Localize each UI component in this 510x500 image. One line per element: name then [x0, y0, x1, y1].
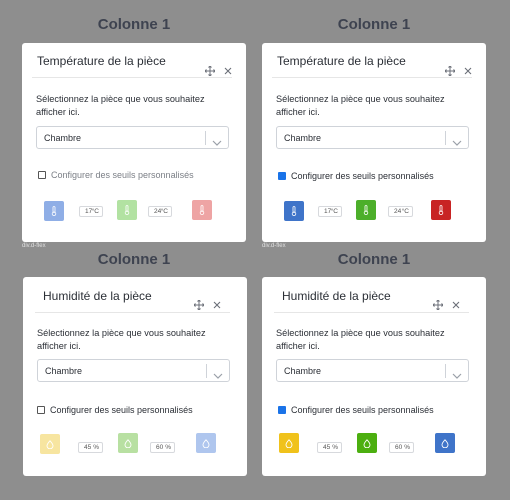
high-threshold-unit: °C: [401, 208, 409, 215]
column-title: Colonne 1: [337, 16, 411, 33]
custom-thresholds-checkbox[interactable]: [278, 406, 286, 414]
thermometer-icon: [363, 205, 369, 215]
move-icon[interactable]: [205, 66, 215, 76]
room-select-value: Chambre: [45, 366, 83, 376]
humidity-widget-card: Humidité de la pièce Sélectionnez la piè…: [262, 277, 486, 476]
custom-thresholds-checkbox[interactable]: [38, 171, 46, 179]
low-threshold-input[interactable]: 45 %: [78, 442, 103, 453]
low-threshold-unit: %: [93, 444, 99, 451]
droplet-icon: [46, 439, 54, 449]
low-threshold-value: 45: [84, 444, 92, 451]
select-divider: [206, 364, 207, 378]
select-divider: [205, 131, 206, 145]
high-threshold-swatch[interactable]: [431, 200, 451, 220]
high-threshold-unit: °C: [160, 208, 168, 215]
custom-thresholds-label: Configurer des seuils personnalisés: [291, 405, 434, 415]
custom-thresholds-label: Configurer des seuils personnalisés: [50, 405, 193, 415]
card-title: Température de la pièce: [37, 54, 166, 68]
temperature-widget-card: Température de la pièce Sélectionnez la …: [262, 43, 486, 242]
low-threshold-unit: %: [332, 444, 338, 451]
droplet-icon: [202, 438, 210, 448]
column-title: Colonne 1: [97, 251, 171, 268]
high-threshold-swatch[interactable]: [435, 433, 455, 453]
mid-threshold-swatch[interactable]: [118, 433, 138, 453]
low-threshold-value: 45: [323, 444, 331, 451]
debug-element-label: div.d-flex: [262, 243, 286, 249]
move-icon[interactable]: [433, 300, 443, 310]
chevron-down-icon: [212, 134, 222, 152]
high-threshold-unit: %: [165, 444, 171, 451]
custom-thresholds-checkbox[interactable]: [37, 406, 45, 414]
low-threshold-input[interactable]: 45 %: [317, 442, 342, 453]
thermometer-icon: [124, 205, 130, 215]
debug-element-label: div.d-flex: [22, 243, 46, 249]
high-threshold-swatch[interactable]: [192, 200, 212, 220]
room-select[interactable]: Chambre: [276, 359, 469, 382]
close-icon[interactable]: [212, 300, 222, 310]
high-threshold-input[interactable]: 60 %: [389, 442, 414, 453]
thermometer-icon: [438, 205, 444, 215]
card-description: Sélectionnez la pièce que vous souhaitez…: [36, 94, 205, 117]
mid-threshold-swatch[interactable]: [357, 433, 377, 453]
custom-thresholds-checkbox[interactable]: [278, 172, 286, 180]
droplet-icon: [124, 438, 132, 448]
droplet-icon: [285, 438, 293, 448]
low-threshold-swatch[interactable]: [284, 201, 304, 221]
room-select-value: Chambre: [284, 366, 322, 376]
room-select[interactable]: Chambre: [37, 359, 230, 382]
high-threshold-value: 60: [156, 444, 164, 451]
move-icon[interactable]: [445, 66, 455, 76]
close-icon[interactable]: [223, 66, 233, 76]
humidity-widget-card: Humidité de la pièce Sélectionnez la piè…: [23, 277, 247, 476]
low-threshold-swatch[interactable]: [40, 434, 60, 454]
column-title: Colonne 1: [97, 16, 171, 33]
high-threshold-value: 24: [394, 208, 402, 215]
thermometer-icon: [51, 206, 57, 216]
card-description: Sélectionnez la pièce que vous souhaitez…: [276, 94, 445, 117]
room-select-value: Chambre: [284, 133, 322, 143]
high-threshold-input[interactable]: 24 °C: [388, 206, 413, 217]
high-threshold-input[interactable]: 24 °C: [148, 206, 172, 217]
close-icon[interactable]: [451, 300, 461, 310]
high-threshold-input[interactable]: 60 %: [150, 442, 175, 453]
card-description: Sélectionnez la pièce que vous souhaitez…: [37, 328, 206, 351]
droplet-icon: [441, 438, 449, 448]
high-threshold-value: 60: [395, 444, 403, 451]
droplet-icon: [363, 438, 371, 448]
title-underline: [35, 312, 230, 313]
card-title: Humidité de la pièce: [282, 289, 391, 303]
low-threshold-input[interactable]: 17 °C: [318, 206, 342, 217]
custom-thresholds-label: Configurer des seuils personnalisés: [291, 171, 434, 181]
card-title: Humidité de la pièce: [43, 289, 152, 303]
select-divider: [445, 131, 446, 145]
low-threshold-unit: °C: [91, 208, 99, 215]
title-underline: [32, 77, 232, 78]
select-divider: [445, 364, 446, 378]
room-select[interactable]: Chambre: [276, 126, 469, 149]
title-underline: [274, 312, 469, 313]
low-threshold-input[interactable]: 17 °C: [79, 206, 103, 217]
chevron-down-icon: [213, 367, 223, 385]
low-threshold-swatch[interactable]: [279, 433, 299, 453]
move-icon[interactable]: [194, 300, 204, 310]
high-threshold-unit: %: [404, 444, 410, 451]
card-title: Température de la pièce: [277, 54, 406, 68]
thermometer-icon: [199, 205, 205, 215]
column-title: Colonne 1: [337, 251, 411, 268]
room-select[interactable]: Chambre: [36, 126, 229, 149]
room-select-value: Chambre: [44, 133, 82, 143]
high-threshold-swatch[interactable]: [196, 433, 216, 453]
temperature-widget-card: Température de la pièce Sélectionnez la …: [22, 43, 246, 242]
chevron-down-icon: [452, 134, 462, 152]
low-threshold-swatch[interactable]: [44, 201, 64, 221]
card-description: Sélectionnez la pièce que vous souhaitez…: [276, 328, 445, 351]
close-icon[interactable]: [463, 66, 473, 76]
mid-threshold-swatch[interactable]: [356, 200, 376, 220]
chevron-down-icon: [452, 367, 462, 385]
custom-thresholds-label: Configurer des seuils personnalisés: [51, 170, 194, 180]
title-underline: [272, 77, 472, 78]
thermometer-icon: [291, 206, 297, 216]
mid-threshold-swatch[interactable]: [117, 200, 137, 220]
low-threshold-unit: °C: [330, 208, 338, 215]
